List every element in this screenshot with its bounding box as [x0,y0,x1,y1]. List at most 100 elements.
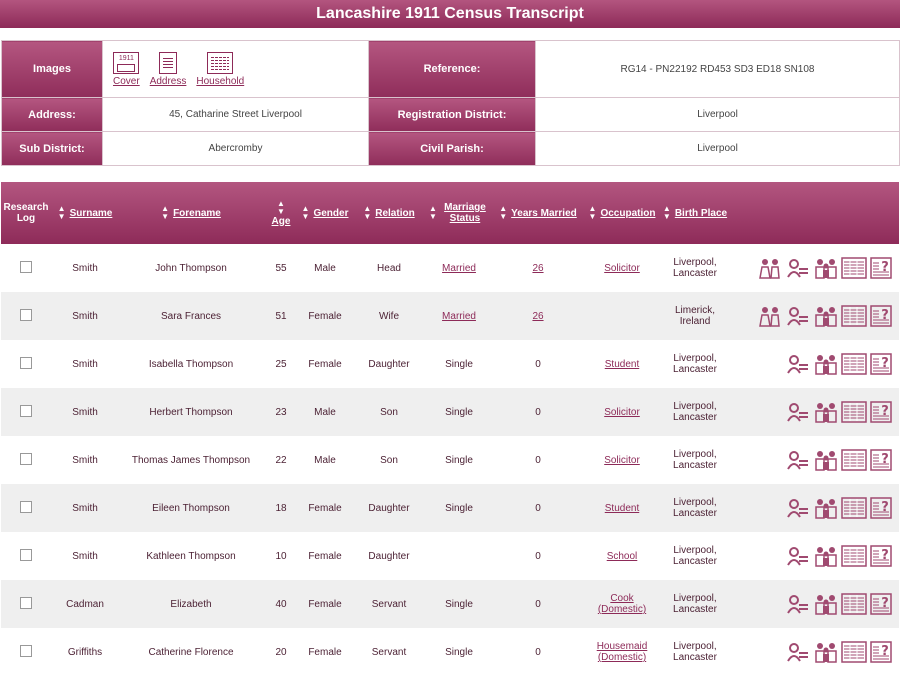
occupation-link[interactable]: Solicitor [604,263,640,274]
occupation-link[interactable]: Solicitor [604,407,640,418]
transcript-icon[interactable] [841,449,867,471]
marriage-status-cell: Single [445,454,473,466]
research-log-checkbox[interactable] [20,404,32,417]
transcript-icon[interactable] [841,497,867,519]
sort-icon[interactable]: ▲ ▼ [499,205,507,221]
surname-cell: Smith [72,358,98,370]
occupation-link[interactable]: Cook (Domestic) [598,593,646,615]
svg-text:?: ? [881,260,889,275]
research-log-cell [1,388,51,436]
gender-cell: Female [308,646,342,658]
column-birth-place[interactable]: ▲ ▼ Birth Place [659,182,731,244]
gender-cell: Male [299,388,351,436]
column-surname[interactable]: ▲ ▼ Surname [51,182,119,244]
family-icon[interactable] [813,545,839,567]
column-forename[interactable]: ▲ ▼ Forename [119,182,263,244]
occupation-link[interactable]: Student [605,359,639,370]
couple-icon[interactable] [757,305,783,327]
family-icon[interactable] [813,305,839,327]
sort-icon[interactable]: ▲ ▼ [58,205,66,221]
column-occupation[interactable]: ▲ ▼ Occupation [585,182,659,244]
marriage-status-cell: Single [427,388,491,436]
relation-cell: Son [351,388,427,436]
couple-icon[interactable] [757,257,783,279]
link-person-icon[interactable] [785,641,811,663]
family-icon[interactable] [813,593,839,615]
occupation-link[interactable]: School [607,551,638,562]
column-years-married[interactable]: ▲ ▼ Years Married [491,182,585,244]
transcript-icon[interactable] [841,353,867,375]
family-icon[interactable] [813,449,839,471]
address-image-link[interactable]: Address [150,51,186,87]
household-members-table: Research Log ▲ ▼ Surname ▲ ▼ Forename ▲ ▼ Age … [1,182,899,676]
column-marriage-status[interactable]: ▲ ▼ Marriage Status [427,182,491,244]
family-icon[interactable] [813,497,839,519]
gender-cell: Female [299,292,351,340]
transcript-icon[interactable] [841,593,867,615]
research-log-checkbox[interactable] [20,356,32,369]
address-value: 45, Catharine Street Liverpool [102,97,369,132]
cover-image-link[interactable]: Cover [113,51,140,87]
occupation-link[interactable]: Housemaid (Domestic) [597,641,648,663]
research-log-checkbox[interactable] [20,548,32,561]
household-image-link[interactable]: Household [196,51,244,87]
sort-icon[interactable]: ▲ ▼ [302,205,310,221]
family-icon[interactable] [813,401,839,423]
years-married-cell: 0 [535,646,541,658]
family-icon[interactable] [813,641,839,663]
relation-cell: Daughter [351,484,427,532]
table-row: Smith Thomas James Thompson 22 Male Son Singl… [1,436,899,484]
family-icon[interactable] [813,353,839,375]
link-person-icon[interactable] [785,497,811,519]
research-log-checkbox[interactable] [20,596,32,609]
marriage-status-cell: Single [427,484,491,532]
query-icon[interactable]: ? [869,641,895,663]
query-icon[interactable]: ? [869,545,895,567]
research-log-checkbox[interactable] [20,260,32,273]
transcript-icon[interactable] [841,257,867,279]
transcript-icon[interactable] [841,545,867,567]
sort-icon[interactable]: ▲ ▼ [277,199,285,216]
column-relation[interactable]: ▲ ▼ Relation [351,182,427,244]
transcript-icon[interactable] [841,305,867,327]
sort-icon[interactable]: ▲ ▼ [429,205,437,221]
years-married-link[interactable]: 26 [532,263,543,274]
link-person-icon[interactable] [785,545,811,567]
civil-parish-label: Civil Parish: [368,131,536,166]
query-icon[interactable]: ? [869,593,895,615]
link-person-icon[interactable] [785,593,811,615]
query-icon[interactable]: ? [869,401,895,423]
link-person-icon[interactable] [785,401,811,423]
sort-icon[interactable]: ▲ ▼ [363,205,371,221]
forename-cell: Sara Frances [119,292,263,340]
occupation-link[interactable]: Student [605,503,639,514]
link-person-icon[interactable] [785,305,811,327]
sort-icon[interactable]: ▲ ▼ [161,205,169,221]
query-icon[interactable]: ? [869,353,895,375]
sort-icon[interactable]: ▲ ▼ [589,205,597,221]
sort-icon[interactable]: ▲ ▼ [663,205,671,221]
query-icon[interactable]: ? [869,449,895,471]
column-age[interactable]: ▲ ▼ Age [263,182,299,244]
occupation-link[interactable]: Solicitor [604,455,640,466]
query-icon[interactable]: ? [869,257,895,279]
gender-cell: Female [299,484,351,532]
research-log-checkbox[interactable] [20,452,32,465]
family-icon[interactable] [813,257,839,279]
query-icon[interactable]: ? [869,305,895,327]
query-icon[interactable]: ? [869,497,895,519]
link-person-icon[interactable] [785,449,811,471]
research-log-checkbox[interactable] [20,308,32,321]
marriage-status-link[interactable]: Married [442,311,476,322]
transcript-icon[interactable] [841,401,867,423]
link-person-icon[interactable] [785,257,811,279]
age-cell: 25 [275,358,287,370]
document-icon [159,51,178,74]
research-log-checkbox[interactable] [20,644,32,657]
transcript-icon[interactable] [841,641,867,663]
research-log-checkbox[interactable] [20,500,32,513]
link-person-icon[interactable] [785,353,811,375]
column-gender[interactable]: ▲ ▼ Gender [299,182,351,244]
years-married-link[interactable]: 26 [532,311,543,322]
marriage-status-link[interactable]: Married [442,263,476,274]
